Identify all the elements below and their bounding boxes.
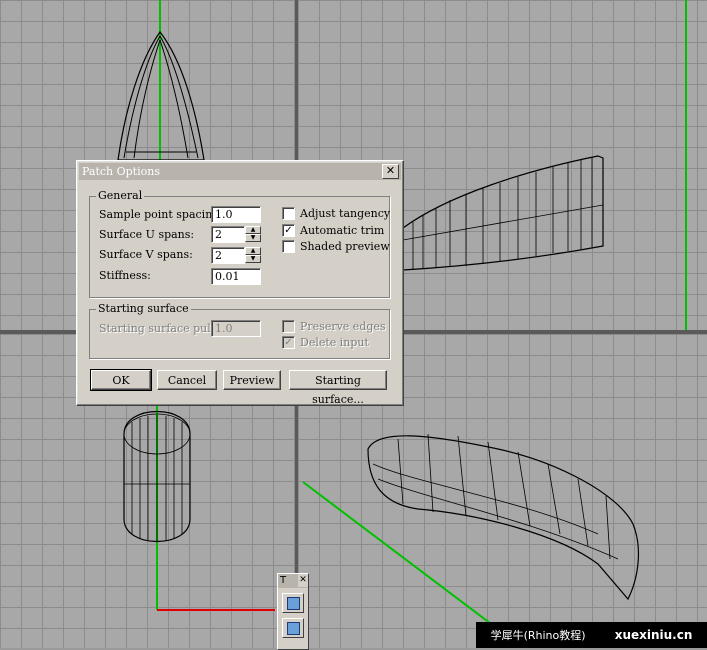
general-group-label: General: [96, 189, 145, 202]
surface-v-spans-stepper[interactable]: ▲ ▼: [245, 247, 261, 264]
starting-surface-pull-label: Starting surface pull:: [99, 322, 218, 335]
surface-tool-button-2[interactable]: [282, 618, 304, 638]
starting-surface-button[interactable]: Starting surface...: [289, 370, 387, 406]
close-icon: ✕: [385, 164, 396, 177]
automatic-trim-checkbox[interactable]: ✓ Automatic trim: [282, 224, 384, 237]
surface-icon: [286, 596, 300, 610]
surface-u-spans-label: Surface U spans:: [99, 228, 195, 241]
ok-button[interactable]: OK: [90, 369, 152, 391]
watermark-text: 学犀牛(Rhino教程): [490, 629, 586, 642]
shaded-preview-checkbox[interactable]: Shaded preview: [282, 240, 390, 253]
surface-v-spans-input[interactable]: 2: [211, 247, 245, 264]
checkmark-icon[interactable]: ✓: [282, 224, 295, 237]
watermark: 学犀牛(Rhino教程) xuexiniu.cn: [476, 622, 707, 648]
toolbar-titlebar[interactable]: T ✕: [278, 574, 308, 588]
stiffness-input[interactable]: 0.01: [211, 268, 261, 285]
adjust-tangency-checkbox[interactable]: Adjust tangency: [282, 207, 390, 220]
surface-v-spans-label: Surface V spans:: [99, 248, 193, 261]
preserve-edges-checkbox[interactable]: Preserve edges: [282, 320, 386, 333]
preview-button[interactable]: Preview: [223, 370, 281, 390]
watermark-url: xuexiniu.cn: [614, 628, 693, 642]
surface-u-spans-stepper[interactable]: ▲ ▼: [245, 226, 261, 243]
toolbar-title: T: [280, 575, 287, 586]
checkbox-box[interactable]: [282, 207, 295, 220]
spin-down-icon[interactable]: ▼: [245, 255, 261, 263]
checkbox-box[interactable]: [282, 320, 295, 333]
cancel-button[interactable]: Cancel: [157, 370, 217, 390]
surface-u-spans-input[interactable]: 2: [211, 226, 245, 243]
stiffness-label: Stiffness:: [99, 269, 151, 282]
sample-point-spacing-input[interactable]: 1.0: [211, 206, 261, 223]
patch-options-dialog: Patch Options ✕ General Sample point spa…: [76, 160, 404, 406]
delete-input-checkbox[interactable]: ✓ Delete input: [282, 336, 369, 349]
sample-point-spacing-label: Sample point spacing:: [99, 208, 224, 221]
close-button[interactable]: ✕: [382, 164, 399, 179]
spin-down-icon[interactable]: ▼: [245, 234, 261, 242]
checkbox-box[interactable]: [282, 240, 295, 253]
surface-icon: [286, 621, 300, 635]
surface-tool-button[interactable]: [282, 593, 304, 613]
spin-up-icon[interactable]: ▲: [245, 247, 261, 255]
dialog-title: Patch Options: [82, 165, 160, 178]
floating-toolbar: T ✕: [277, 573, 309, 650]
starting-surface-group-label: Starting surface: [96, 302, 191, 315]
toolbar-close-icon[interactable]: ✕: [298, 574, 308, 587]
checkmark-icon[interactable]: ✓: [282, 336, 295, 349]
spin-up-icon[interactable]: ▲: [245, 226, 261, 234]
starting-surface-pull-input[interactable]: 1.0: [211, 320, 261, 337]
dialog-titlebar[interactable]: Patch Options ✕: [79, 163, 401, 180]
